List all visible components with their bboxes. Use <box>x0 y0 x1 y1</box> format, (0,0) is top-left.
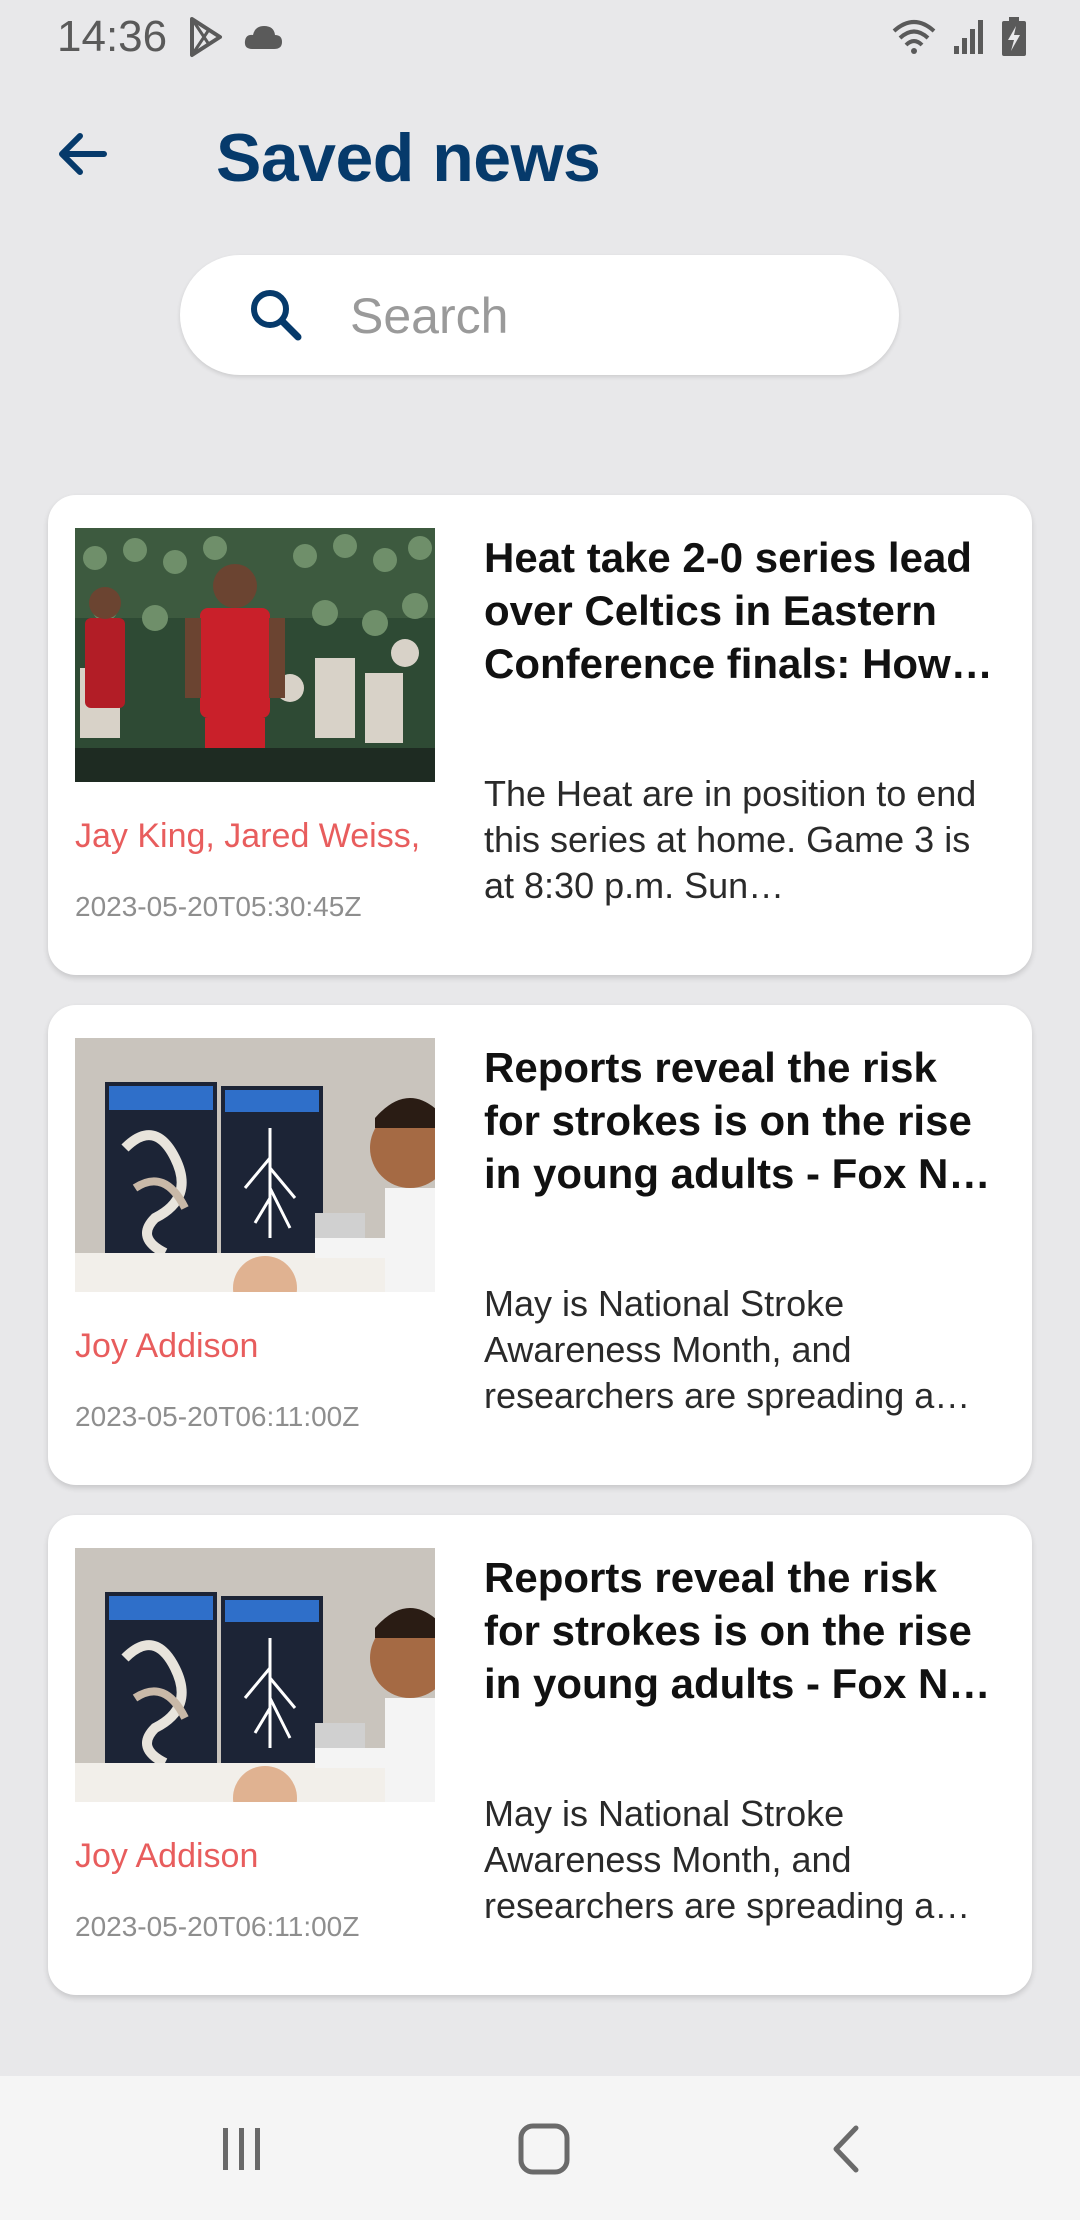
article-date: 2023-05-20T06:11:00Z <box>75 1911 360 1942</box>
article-image <box>75 1548 435 1802</box>
screen: 14:36 Saved news Search Jay King, Jared … <box>0 0 1080 2220</box>
cloud-icon <box>242 22 284 57</box>
wifi-icon <box>890 17 938 62</box>
signal-icon <box>952 18 986 61</box>
battery-charging-icon <box>1000 16 1028 63</box>
play-store-icon <box>186 16 226 63</box>
status-bar: 14:36 <box>0 0 1080 76</box>
article-summary: The Heat are in position to end this ser… <box>484 773 977 906</box>
article-headline[interactable]: Heat take 2-0 series lead over Celtics i… <box>484 531 1004 690</box>
article-card[interactable]: Joy Addison 2023-05-20T06:11:00Z Reports… <box>48 1005 1032 1485</box>
article-card[interactable]: Joy Addison 2023-05-20T06:11:00Z Reports… <box>48 1515 1032 1995</box>
system-nav-bar <box>0 2076 1080 2220</box>
back-button[interactable] <box>44 118 120 194</box>
article-card[interactable]: Jay King, Jared Weiss, 2023-05-20T05:30:… <box>48 495 1032 975</box>
article-headline[interactable]: Reports reveal the risk for strokes is o… <box>484 1041 1004 1200</box>
article-image <box>75 1038 435 1292</box>
arrow-back-icon <box>54 126 110 187</box>
back-icon <box>826 2122 866 2181</box>
article-author: Joy Addison <box>75 1837 259 1875</box>
article-date: 2023-05-20T05:30:45Z <box>75 891 362 922</box>
article-date: 2023-05-20T06:11:00Z <box>75 1401 360 1432</box>
search-bar[interactable] <box>180 255 899 375</box>
article-summary: May is National Stroke Awareness Month, … <box>484 1283 971 1416</box>
search-icon <box>246 285 306 345</box>
article-author: Joy Addison <box>75 1327 259 1365</box>
nav-back-button[interactable] <box>796 2106 896 2196</box>
status-right-icons <box>890 16 1028 63</box>
recents-icon <box>217 2124 267 2179</box>
home-button[interactable] <box>494 2106 594 2196</box>
page-title: Saved news <box>216 120 601 196</box>
article-image <box>75 528 435 782</box>
status-left-icons <box>186 16 284 63</box>
search-input[interactable] <box>348 277 852 355</box>
status-time: 14:36 <box>57 12 168 61</box>
article-author: Jay King, Jared Weiss, <box>75 817 421 855</box>
article-headline[interactable]: Reports reveal the risk for strokes is o… <box>484 1551 1004 1710</box>
recents-button[interactable] <box>192 2106 292 2196</box>
article-summary: May is National Stroke Awareness Month, … <box>484 1793 971 1926</box>
home-icon <box>517 2122 571 2181</box>
